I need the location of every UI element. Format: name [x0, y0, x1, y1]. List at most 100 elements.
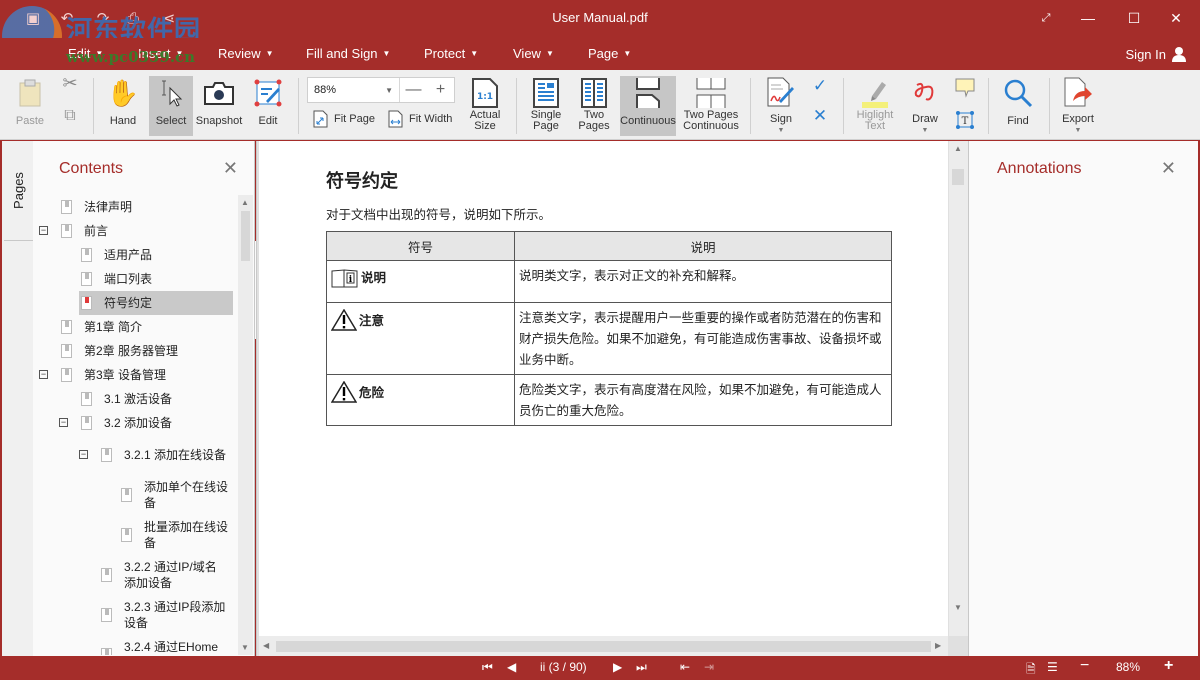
sign-button[interactable]: Sign ▼ — [764, 76, 798, 136]
continuous-icon — [636, 78, 660, 108]
table-header: 说明 — [514, 231, 892, 261]
tree-item-label: 3.2 添加设备 — [104, 416, 173, 430]
copy-icon: ⧉ — [64, 107, 76, 124]
tree-item[interactable]: 第2章 服务器管理 — [59, 339, 233, 363]
menu-fill-and-sign[interactable]: Fill and Sign ▼ — [306, 46, 390, 61]
tree-item[interactable]: 第1章 简介 — [59, 315, 233, 339]
bookmark-icon — [61, 320, 72, 334]
scroll-up-icon[interactable]: ▲ — [954, 144, 962, 153]
two-pages-continuous-button[interactable]: Two Pages Continuous — [680, 76, 742, 136]
previous-view-button[interactable]: ⇤ — [680, 660, 690, 674]
export-button[interactable]: Export ▼ — [1058, 76, 1098, 136]
page-layout-single-button[interactable]: 🗎 — [1026, 660, 1036, 680]
collapse-toggle-icon[interactable]: − — [39, 226, 48, 235]
tree-item[interactable]: − 3.2 添加设备 — [59, 411, 233, 435]
tree-item[interactable]: 3.2.3 通过IP段添加设备 — [99, 595, 233, 635]
scroll-right-icon[interactable]: ▶ — [935, 641, 941, 650]
first-page-button[interactable]: ⏮ — [482, 660, 493, 675]
snapshot-button[interactable]: Snapshot — [196, 76, 242, 136]
document-vertical-scrollbar[interactable]: ▲ ▼ — [949, 141, 968, 636]
tree-item[interactable]: − 3.2.1 添加在线设备 — [79, 435, 233, 475]
status-zoom-out-button[interactable]: − — [1080, 657, 1089, 675]
sign-in-button[interactable]: Sign In — [1126, 46, 1186, 62]
collapse-toggle-icon[interactable]: − — [59, 418, 68, 427]
zoom-select[interactable]: 88% ▼ — [308, 78, 400, 102]
next-view-button[interactable]: ⇥ — [704, 660, 714, 674]
tree-item[interactable]: − 第3章 设备管理 — [39, 363, 233, 387]
collapse-toggle-icon[interactable]: − — [79, 450, 88, 459]
tree-item[interactable]: − 前言 — [39, 219, 233, 243]
tree-item[interactable]: 批量添加在线设备 — [119, 515, 233, 555]
close-annotations-button[interactable]: ✕ — [1161, 158, 1176, 179]
side-tab-strip: Pages Contents — [0, 141, 257, 656]
tree-item[interactable]: 符号约定 — [79, 291, 233, 315]
select-tool-button[interactable]: Select — [149, 76, 193, 136]
tab-pages[interactable]: Pages — [4, 141, 34, 241]
fit-page-icon — [313, 110, 328, 128]
collapse-toggle-icon[interactable]: − — [39, 370, 48, 379]
scroll-down-icon[interactable]: ▼ — [241, 643, 249, 652]
tree-item[interactable]: 3.1 激活设备 — [79, 387, 233, 411]
bookmark-icon — [61, 368, 72, 382]
highlight-text-button[interactable]: Higlight Text — [852, 76, 898, 136]
tree-item[interactable]: 适用产品 — [79, 243, 233, 267]
document-viewport: 符号约定 对于文档中出现的符号，说明如下所示。 符号 说明 i 说明 说明类文字… — [256, 141, 968, 656]
caret-down-icon: ▼ — [382, 49, 391, 58]
scroll-up-icon[interactable]: ▲ — [241, 198, 249, 207]
document-horizontal-scrollbar[interactable]: ◀ ▶ — [259, 636, 948, 656]
tree-item[interactable]: 添加单个在线设备 — [119, 475, 233, 515]
tree-item-label: 批量添加在线设备 — [144, 520, 229, 550]
scroll-down-icon[interactable]: ▼ — [954, 603, 962, 612]
actual-size-button[interactable]: 1:1 Actual Size — [463, 76, 507, 136]
menu-view[interactable]: View ▼ — [513, 46, 554, 61]
page-layout-continuous-button[interactable]: ☰ — [1047, 660, 1058, 674]
last-page-button[interactable]: ⏭ — [636, 660, 647, 675]
bookmark-icon — [81, 392, 92, 406]
status-zoom-in-button[interactable]: + — [1164, 657, 1173, 675]
svg-text:T: T — [962, 116, 969, 127]
single-page-icon: 🗎 — [1026, 662, 1036, 676]
single-page-icon — [533, 78, 559, 108]
bookmark-icon — [81, 416, 92, 430]
hand-tool-button[interactable]: ✋ Hand — [104, 76, 142, 136]
ribbon-separator — [750, 78, 751, 134]
zoom-in-button[interactable]: + — [427, 81, 454, 99]
menu-page[interactable]: Page ▼ — [588, 46, 631, 61]
highlighter-icon — [862, 82, 888, 108]
camera-icon — [204, 82, 234, 105]
scroll-left-icon[interactable]: ◀ — [263, 641, 269, 650]
previous-page-button[interactable]: ◀ — [507, 660, 516, 674]
menu-review[interactable]: Review ▼ — [218, 46, 274, 61]
tree-item[interactable]: 法律声明 — [59, 195, 233, 219]
continuous-button[interactable]: Continuous — [620, 76, 676, 136]
freehand-draw-icon — [914, 82, 934, 101]
page-indicator[interactable]: ii (3 / 90) — [540, 660, 587, 674]
close-contents-button[interactable]: ✕ — [223, 158, 238, 179]
fullscreen-button[interactable]: ⤢ — [1026, 6, 1066, 30]
scrollbar-thumb[interactable] — [241, 211, 250, 261]
fit-width-button[interactable]: Fit Width — [388, 110, 452, 128]
close-button[interactable]: ✕ — [1156, 6, 1196, 30]
table-header-row: 符号 说明 — [326, 231, 892, 261]
contents-scrollbar[interactable]: ▲ ▼ — [238, 195, 253, 655]
fit-page-button[interactable]: Fit Page — [313, 110, 375, 128]
tree-item-label: 符号约定 — [104, 296, 153, 310]
scrollbar-thumb[interactable] — [952, 169, 964, 185]
single-page-button[interactable]: Single Page — [525, 76, 567, 136]
next-page-button[interactable]: ▶ — [613, 660, 622, 674]
scrollbar-thumb[interactable] — [276, 641, 931, 652]
warning-icon — [331, 381, 357, 403]
minimize-button[interactable]: — — [1068, 6, 1108, 30]
menu-protect[interactable]: Protect ▼ — [424, 46, 478, 61]
zoom-control: 88% ▼ — + — [307, 77, 455, 103]
tree-item[interactable]: 端口列表 — [79, 267, 233, 291]
tree-item[interactable]: 3.2.4 通过EHome账号添加设备 — [99, 635, 233, 655]
edit-button[interactable]: Edit — [250, 76, 286, 136]
tree-item[interactable]: 3.2.2 通过IP/域名添加设备 — [99, 555, 233, 595]
zoom-out-button[interactable]: — — [400, 81, 427, 99]
two-pages-button[interactable]: Two Pages — [574, 76, 614, 136]
find-button[interactable]: Find — [998, 76, 1038, 136]
maximize-button[interactable]: ☐ — [1114, 6, 1154, 30]
draw-button[interactable]: Draw ▼ — [906, 76, 944, 136]
paste-button[interactable]: Paste — [12, 76, 48, 136]
